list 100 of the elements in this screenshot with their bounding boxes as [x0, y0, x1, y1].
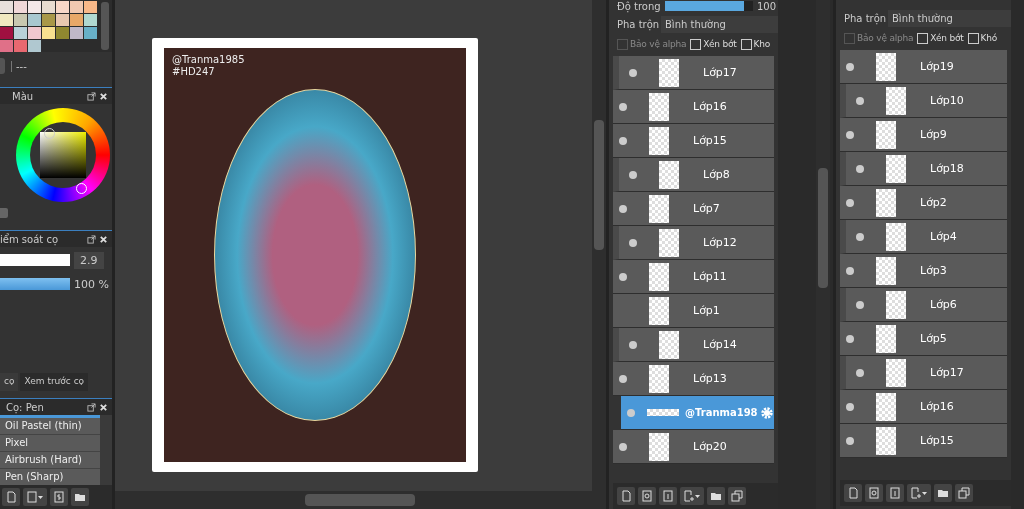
- tab[interactable]: Xem trước cọ: [20, 373, 89, 391]
- layer-row[interactable]: Lớp12: [613, 226, 774, 260]
- layer-row[interactable]: Lớp10: [840, 84, 1007, 118]
- color-swatch[interactable]: [84, 14, 97, 26]
- brush-item[interactable]: Airbrush (Hard): [0, 452, 100, 469]
- close-icon[interactable]: [99, 91, 108, 101]
- color-swatch[interactable]: [70, 14, 83, 26]
- blend-mode-dropdown[interactable]: Bình thường: [888, 9, 1011, 27]
- color-swatch[interactable]: [0, 27, 13, 39]
- layer-row[interactable]: Lớp1: [613, 294, 774, 328]
- 1bit-layer-button[interactable]: [886, 484, 904, 502]
- visibility-dot-icon[interactable]: [846, 198, 854, 207]
- visibility-dot-icon[interactable]: [846, 334, 854, 343]
- layer-row[interactable]: Lớp3: [840, 254, 1007, 288]
- add-dropdown-button[interactable]: [23, 488, 47, 506]
- layer-row[interactable]: Lớp7: [613, 192, 774, 226]
- visibility-dot-icon[interactable]: [856, 164, 864, 173]
- color-swatch[interactable]: [0, 40, 13, 52]
- close-icon[interactable]: [99, 402, 108, 412]
- layer-row[interactable]: Lớp9: [840, 118, 1007, 152]
- color-swatch[interactable]: [56, 1, 69, 13]
- color-swatch[interactable]: [70, 1, 83, 13]
- visibility-dot-icon[interactable]: [856, 300, 864, 309]
- layer-row[interactable]: Lớp19: [840, 50, 1007, 84]
- color-swatch[interactable]: [14, 14, 27, 26]
- visibility-dot-icon[interactable]: [619, 374, 627, 383]
- color-swatch[interactable]: [84, 1, 97, 13]
- layer-row[interactable]: Lớp5: [840, 322, 1007, 356]
- scrollbar[interactable]: [100, 415, 112, 485]
- color-swatch[interactable]: [28, 27, 41, 39]
- scrollbar[interactable]: [816, 0, 830, 509]
- color-swatch[interactable]: [14, 40, 27, 52]
- color-swatch[interactable]: [42, 1, 55, 13]
- visibility-dot-icon[interactable]: [619, 442, 627, 451]
- visibility-dot-icon[interactable]: [856, 96, 864, 105]
- close-icon[interactable]: [99, 234, 108, 244]
- visibility-dot-icon[interactable]: [619, 204, 627, 213]
- gear-icon[interactable]: [759, 405, 774, 420]
- popout-icon[interactable]: [87, 402, 96, 412]
- layer-row[interactable]: Lớp15: [840, 424, 1007, 458]
- layer-row[interactable]: Lớp2: [840, 186, 1007, 220]
- brush-item[interactable]: Oil Pastel (thin): [0, 418, 100, 435]
- layer-row[interactable]: Lớp17: [840, 356, 1007, 390]
- layer-row[interactable]: Lớp20: [613, 430, 774, 464]
- color-swatch[interactable]: [28, 1, 41, 13]
- scrollbar[interactable]: [115, 491, 606, 509]
- visibility-dot-icon[interactable]: [846, 402, 854, 411]
- visibility-dot-icon[interactable]: [846, 62, 854, 71]
- script-button[interactable]: [50, 488, 68, 506]
- color-swatch[interactable]: [0, 14, 13, 26]
- color-swatch[interactable]: [0, 1, 13, 13]
- visibility-dot-icon[interactable]: [846, 436, 854, 445]
- canvas-paper[interactable]: @Tranma1985 #HD247: [152, 38, 478, 472]
- folder-button[interactable]: [71, 488, 89, 506]
- layer-row[interactable]: Lớp18: [840, 152, 1007, 186]
- visibility-dot-icon[interactable]: [846, 266, 854, 275]
- new-brush-button[interactable]: [2, 488, 20, 506]
- opacity-slider[interactable]: [0, 278, 70, 290]
- brush-field[interactable]: ---: [11, 60, 27, 72]
- color-swatch[interactable]: [28, 40, 41, 52]
- color-swatch[interactable]: [42, 27, 55, 39]
- color-swatch[interactable]: [56, 27, 69, 39]
- opacity-slider[interactable]: [665, 1, 753, 11]
- add-layer-dropdown-button[interactable]: [907, 484, 931, 502]
- color-swatch[interactable]: [14, 1, 27, 13]
- visibility-dot-icon[interactable]: [629, 170, 637, 179]
- visibility-dot-icon[interactable]: [856, 368, 864, 377]
- layer-row[interactable]: Lớp16: [613, 90, 774, 124]
- scrollbar[interactable]: [592, 0, 606, 491]
- 8bit-layer-button[interactable]: [638, 487, 656, 505]
- visibility-dot-icon[interactable]: [629, 238, 637, 247]
- color-swatch[interactable]: [42, 14, 55, 26]
- color-swatch[interactable]: [28, 14, 41, 26]
- size-slider[interactable]: [0, 254, 70, 266]
- new-layer-button[interactable]: [617, 487, 635, 505]
- brush-item[interactable]: Pixel: [0, 435, 100, 452]
- visibility-dot-icon[interactable]: [627, 408, 635, 417]
- layer-row[interactable]: Lớp6: [840, 288, 1007, 322]
- color-swatch[interactable]: [70, 27, 83, 39]
- visibility-dot-icon[interactable]: [629, 68, 637, 77]
- layer-row[interactable]: Lớp4: [840, 220, 1007, 254]
- visibility-dot-icon[interactable]: [619, 102, 627, 111]
- blend-mode-dropdown[interactable]: Bình thường: [661, 15, 778, 33]
- layer-row[interactable]: Lớp16: [840, 390, 1007, 424]
- visibility-dot-icon[interactable]: [846, 130, 854, 139]
- layer-row[interactable]: Lớp13: [613, 362, 774, 396]
- new-layer-button[interactable]: [844, 484, 862, 502]
- size-value[interactable]: 2.9: [74, 251, 104, 269]
- add-layer-dropdown-button[interactable]: [680, 487, 704, 505]
- folder-button[interactable]: [707, 487, 725, 505]
- scrollbar[interactable]: [101, 2, 109, 50]
- visibility-dot-icon[interactable]: [619, 136, 627, 145]
- color-swatch[interactable]: [56, 14, 69, 26]
- layer-row[interactable]: Lớp8: [613, 158, 774, 192]
- folder-button[interactable]: [934, 484, 952, 502]
- duplicate-layer-button[interactable]: [728, 487, 746, 505]
- tab[interactable]: cọ: [0, 373, 19, 391]
- popout-icon[interactable]: [87, 234, 96, 244]
- layer-row[interactable]: Lớp17: [613, 56, 774, 90]
- duplicate-layer-button[interactable]: [955, 484, 973, 502]
